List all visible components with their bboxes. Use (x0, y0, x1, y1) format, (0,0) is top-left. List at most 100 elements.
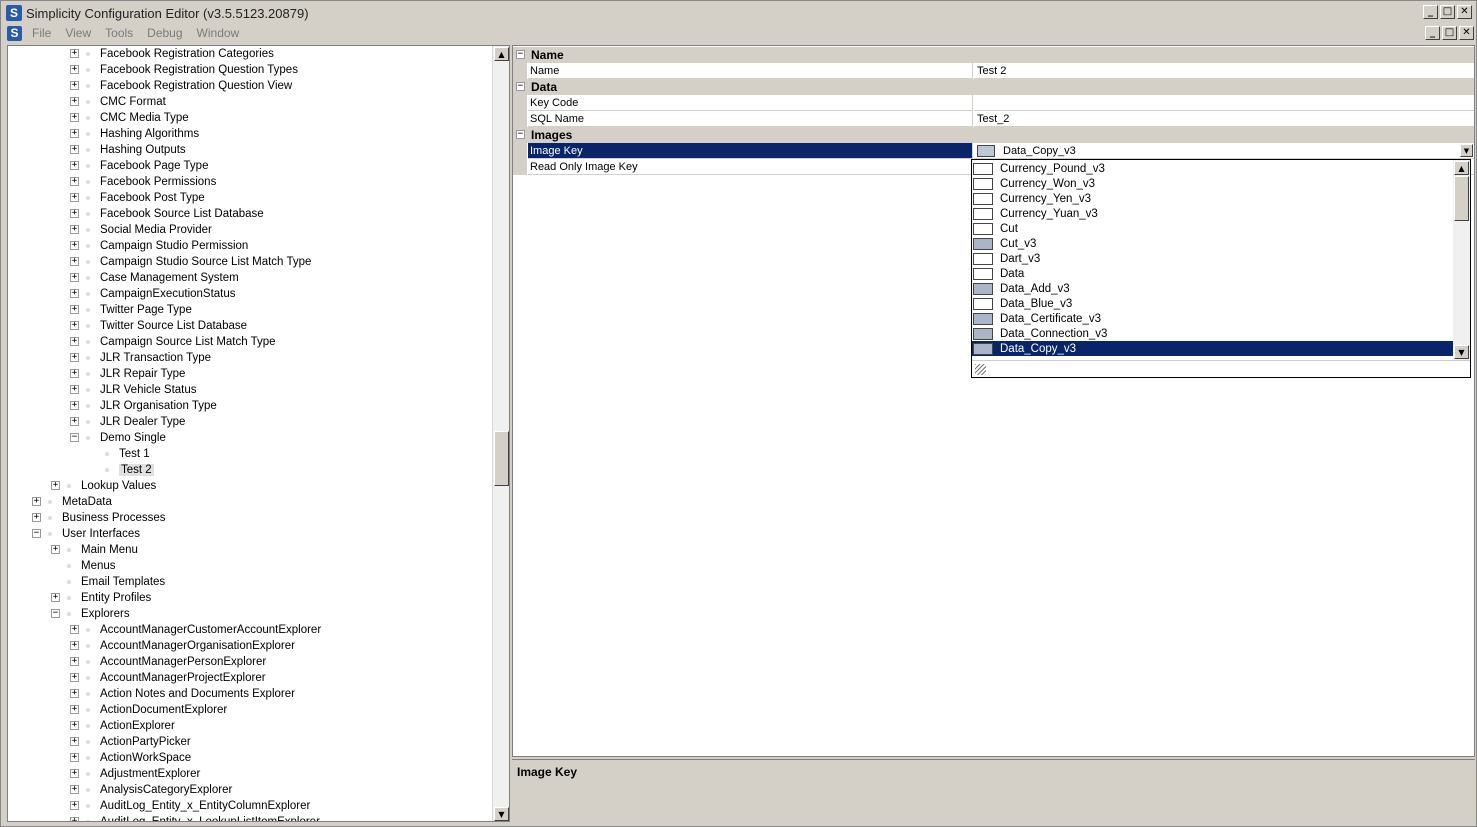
tree-item-label[interactable]: AnalysisCategoryExplorer (100, 784, 232, 796)
tree-row[interactable]: + Campaign Source List Match Type (8, 334, 493, 350)
dropdown-scrollbar[interactable]: ▲ ▼ (1453, 160, 1470, 360)
property-name[interactable]: Name (528, 63, 973, 79)
menu-window[interactable]: Window (197, 26, 240, 40)
expand-icon[interactable]: + (70, 689, 79, 698)
expand-icon[interactable]: + (70, 257, 79, 266)
property-value[interactable]: Data_Copy_v3 ▼ (974, 143, 1474, 159)
expand-icon[interactable]: + (70, 161, 79, 170)
property-value[interactable]: Test_2 (974, 111, 1474, 127)
tree-item-label[interactable]: CMC Media Type (100, 112, 189, 124)
tree-row[interactable]: + JLR Vehicle Status (8, 382, 493, 398)
tree-item-label[interactable]: Facebook Registration Question View (100, 80, 292, 92)
tree-row[interactable]: + Campaign Studio Permission (8, 238, 493, 254)
menu-view[interactable]: View (65, 26, 91, 40)
tree-row[interactable]: + CampaignExecutionStatus (8, 286, 493, 302)
expand-icon[interactable]: + (70, 721, 79, 730)
expand-icon[interactable]: + (70, 817, 79, 821)
expand-icon[interactable]: + (70, 737, 79, 746)
collapse-icon[interactable]: − (51, 609, 60, 618)
expand-icon[interactable]: + (51, 545, 60, 554)
tree-row[interactable]: + Action Notes and Documents Explorer (8, 686, 493, 702)
tree-item-label[interactable]: AuditLog_Entity_x_EntityColumnExplorer (100, 800, 310, 812)
expand-icon[interactable]: + (70, 321, 79, 330)
dropdown-item[interactable]: Data_Blue_v3 (972, 296, 1454, 311)
mdi-restore-button[interactable]: □ (1442, 26, 1457, 40)
tree-item-label[interactable]: Hashing Algorithms (100, 128, 199, 140)
tree-row[interactable]: + Case Management System (8, 270, 493, 286)
tree-item-label[interactable]: JLR Repair Type (100, 368, 185, 380)
tree-item-label[interactable]: AccountManagerPersonExplorer (100, 656, 266, 668)
tree-row[interactable]: + ActionPartyPicker (8, 734, 493, 750)
tree-item-label[interactable]: Demo Single (100, 432, 166, 444)
property-category[interactable]: − Name (513, 47, 1474, 63)
dropdown-item[interactable]: Currency_Pound_v3 (972, 161, 1454, 176)
tree-row[interactable]: + CMC Media Type (8, 110, 493, 126)
tree-row[interactable]: + AccountManagerOrganisationExplorer (8, 638, 493, 654)
dropdown-item[interactable]: Dart_v3 (972, 251, 1454, 266)
expand-icon[interactable]: + (70, 705, 79, 714)
property-category[interactable]: − Images (513, 127, 1474, 143)
tree-row[interactable]: Email Templates (8, 574, 493, 590)
expand-icon[interactable]: + (70, 801, 79, 810)
property-name[interactable]: Read Only Image Key (528, 159, 973, 175)
expand-icon[interactable]: + (70, 289, 79, 298)
tree-item-label[interactable]: Test 1 (119, 448, 150, 460)
dropdown-scroll-up-icon[interactable]: ▲ (1454, 161, 1469, 175)
tree-item-label[interactable]: MetaData (62, 496, 112, 508)
tree-row[interactable]: + MetaData (8, 494, 493, 510)
tree-item-label[interactable]: User Interfaces (62, 528, 140, 540)
property-value[interactable]: Test 2 (974, 63, 1474, 79)
resize-grip[interactable] (972, 360, 1470, 377)
expand-icon[interactable]: + (70, 273, 79, 282)
expand-icon[interactable]: + (70, 401, 79, 410)
mdi-minimize-button[interactable]: _ (1425, 26, 1440, 40)
expand-icon[interactable]: + (70, 625, 79, 634)
tree-item-label[interactable]: Facebook Post Type (100, 192, 205, 204)
dropdown-item[interactable]: Currency_Won_v3 (972, 176, 1454, 191)
tree-item-label[interactable]: CampaignExecutionStatus (100, 288, 236, 300)
tree-item-label[interactable]: Twitter Source List Database (100, 320, 247, 332)
tree-row[interactable]: + ActionExplorer (8, 718, 493, 734)
tree-item-label[interactable]: AdjustmentExplorer (100, 768, 200, 780)
expand-icon[interactable]: + (70, 145, 79, 154)
tree-row[interactable]: + Lookup Values (8, 478, 493, 494)
image-key-dropdown-list[interactable]: Data_Copy_v3 Data_Connection_v3 Data_Certi… (971, 159, 1471, 378)
tree-row[interactable]: + Hashing Algorithms (8, 126, 493, 142)
minimize-button[interactable]: _ (1423, 5, 1438, 19)
tree-row[interactable]: + CMC Format (8, 94, 493, 110)
tree-row[interactable]: + Facebook Registration Categories (8, 46, 493, 62)
expand-icon[interactable]: + (51, 481, 60, 490)
tree-row[interactable]: + JLR Organisation Type (8, 398, 493, 414)
expand-icon[interactable]: + (70, 417, 79, 426)
tree-item-label[interactable]: Hashing Outputs (100, 144, 186, 156)
tree-item-label[interactable]: JLR Organisation Type (100, 400, 217, 412)
tree-row[interactable]: − Demo Single (8, 430, 493, 446)
expand-icon[interactable]: + (70, 129, 79, 138)
tree-item-label[interactable]: Case Management System (100, 272, 239, 284)
tree-item-label[interactable]: AccountManagerOrganisationExplorer (100, 640, 295, 652)
tree-row[interactable]: + ActionDocumentExplorer (8, 702, 493, 718)
tree-row[interactable]: + Entity Profiles (8, 590, 493, 606)
tree-row[interactable]: + Facebook Post Type (8, 190, 493, 206)
expand-icon[interactable]: + (70, 49, 79, 58)
property-name[interactable]: Image Key (528, 143, 973, 159)
tree-item-label[interactable]: Action Notes and Documents Explorer (100, 688, 295, 700)
expand-icon[interactable]: + (51, 593, 60, 602)
tree-item-label[interactable]: Campaign Studio Permission (100, 240, 248, 252)
maximize-button[interactable]: □ (1440, 5, 1455, 19)
tree-item-label[interactable]: Business Processes (62, 512, 166, 524)
tree-row[interactable]: + AccountManagerProjectExplorer (8, 670, 493, 686)
expand-icon[interactable]: + (70, 657, 79, 666)
tree-item-label[interactable]: JLR Dealer Type (100, 416, 185, 428)
tree-item-label[interactable]: Lookup Values (81, 480, 156, 492)
tree-row[interactable]: + Twitter Page Type (8, 302, 493, 318)
tree-item-label[interactable]: Test 2 (119, 464, 154, 476)
scroll-down-arrow-icon[interactable]: ▼ (494, 807, 509, 821)
collapse-icon[interactable]: − (32, 529, 41, 538)
dropdown-item[interactable]: Cut (972, 221, 1454, 236)
dropdown-item[interactable]: Currency_Yen_v3 (972, 191, 1454, 206)
collapse-icon[interactable]: − (516, 130, 525, 139)
property-row[interactable]: Name Test 2 (513, 63, 1474, 79)
tree-item-label[interactable]: Facebook Registration Categories (100, 48, 274, 60)
tree-row[interactable]: Menus (8, 558, 493, 574)
